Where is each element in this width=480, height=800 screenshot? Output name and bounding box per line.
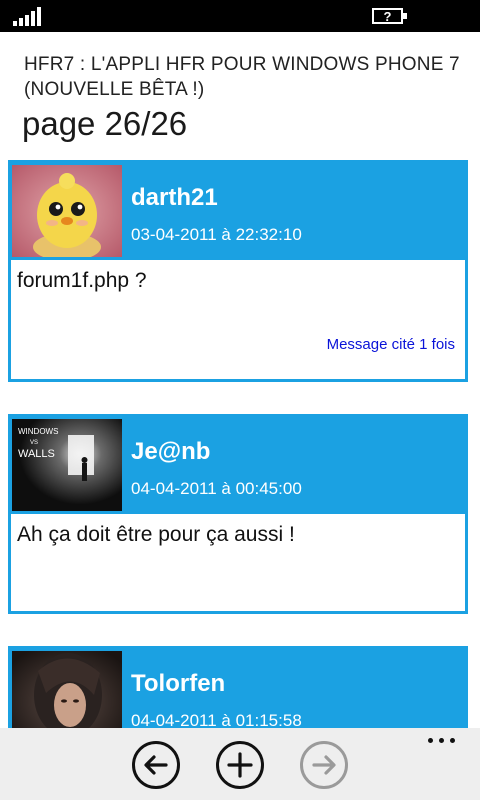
app-bar: [0, 728, 480, 800]
dark-haired-woman-avatar-icon: [12, 651, 122, 728]
app-title: HFR7 : L'APPLI HFR POUR WINDOWS PHONE 7 …: [24, 54, 460, 100]
post-author[interactable]: darth21: [131, 184, 218, 212]
post-date: 04-04-2011 à 00:45:00: [131, 479, 302, 498]
post-header: Tolorfen 04-04-2011 à 01:15:58: [8, 646, 468, 728]
page-title: page 26/26: [22, 105, 188, 142]
post-body: forum1f.php ? Message cité 1 fois: [11, 260, 465, 379]
quoted-count-link[interactable]: Message cité 1 fois: [327, 336, 455, 353]
ellipsis-icon[interactable]: [428, 738, 458, 748]
new-post-button[interactable]: [216, 741, 264, 789]
post-message: forum1f.php ?: [17, 269, 147, 292]
status-bar: ?: [0, 0, 480, 32]
plus-icon: [227, 752, 253, 778]
avatar: [12, 165, 122, 257]
avatar: WINDOWS VS WALLS: [12, 419, 122, 511]
battery-unknown-icon: ?: [372, 8, 407, 24]
post-author[interactable]: Tolorfen: [131, 670, 225, 698]
avatar-text-line1: WINDOWS: [18, 427, 58, 436]
avatar-text-line2: VS: [30, 440, 38, 446]
post-header: WINDOWS VS WALLS Je@nb 04-04-2011 à 00:4…: [8, 414, 468, 511]
post-date: 03-04-2011 à 22:32:10: [131, 225, 302, 244]
post-date: 04-04-2011 à 01:15:58: [131, 711, 302, 728]
windows-vs-walls-avatar-icon: WINDOWS VS WALLS: [12, 419, 122, 511]
post-item[interactable]: darth21 03-04-2011 à 22:32:10 forum1f.ph…: [8, 160, 468, 382]
avatar-text-line3: WALLS: [18, 448, 55, 460]
post-list[interactable]: darth21 03-04-2011 à 22:32:10 forum1f.ph…: [0, 160, 480, 728]
yellow-chick-avatar-icon: [12, 165, 122, 257]
next-page-button[interactable]: [300, 741, 348, 789]
signal-bars-icon: [13, 7, 41, 26]
post-body: Ah ça doit être pour ça aussi !: [11, 514, 465, 611]
arrow-right-icon: [312, 755, 336, 775]
post-message: Ah ça doit être pour ça aussi !: [17, 523, 295, 546]
arrow-left-icon: [144, 755, 168, 775]
post-author[interactable]: Je@nb: [131, 438, 210, 466]
post-item[interactable]: WINDOWS VS WALLS Je@nb 04-04-2011 à 00:4…: [8, 414, 468, 614]
avatar: [12, 651, 122, 728]
previous-page-button[interactable]: [132, 741, 180, 789]
post-header: darth21 03-04-2011 à 22:32:10: [8, 160, 468, 257]
post-item[interactable]: Tolorfen 04-04-2011 à 01:15:58: [8, 646, 468, 728]
battery-status-text: ?: [384, 9, 392, 24]
